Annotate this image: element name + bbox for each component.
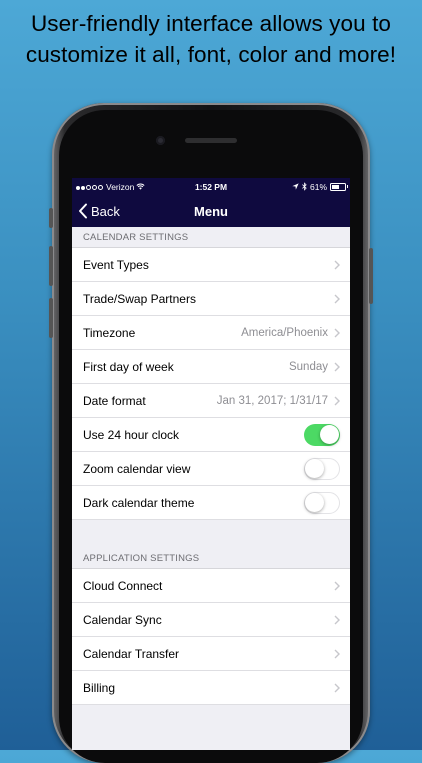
- phone-mute-switch: [49, 208, 53, 228]
- row-calendar-sync[interactable]: Calendar Sync: [72, 603, 350, 637]
- row-trade-swap-partners[interactable]: Trade/Swap Partners: [72, 282, 350, 316]
- wifi-icon: [136, 183, 145, 190]
- phone-screen: Verizon 1:52 PM 61% Back Menu CALENDAR S…: [72, 178, 350, 750]
- row-label: Timezone: [83, 325, 136, 340]
- section-spacer: [72, 520, 350, 548]
- front-camera: [156, 136, 165, 145]
- row-timezone[interactable]: Timezone America/Phoenix: [72, 316, 350, 350]
- back-button-label: Back: [91, 203, 120, 219]
- page-title: Menu: [194, 203, 228, 219]
- battery-percent: 61%: [309, 181, 327, 192]
- phone-power-button: [369, 248, 373, 304]
- row-event-types[interactable]: Event Types: [72, 248, 350, 282]
- row-label: Use 24 hour clock: [83, 427, 180, 442]
- toggle-knob: [305, 492, 324, 512]
- toggle-dark-calendar-theme[interactable]: [304, 491, 340, 514]
- row-label: Billing: [83, 680, 116, 695]
- chevron-right-icon: [334, 649, 340, 658]
- row-label: Trade/Swap Partners: [83, 291, 196, 306]
- row-cloud-connect[interactable]: Cloud Connect: [72, 569, 350, 603]
- application-settings-list: Cloud Connect Calendar Sync Calendar Tra…: [72, 569, 350, 705]
- row-label: First day of week: [83, 359, 174, 374]
- toggle-24-hour-clock[interactable]: [304, 423, 340, 446]
- row-label: Date format: [83, 393, 146, 408]
- row-use-24-hour-clock: Use 24 hour clock: [72, 418, 350, 452]
- row-value: Sunday: [288, 360, 328, 373]
- row-first-day-of-week[interactable]: First day of week Sunday: [72, 350, 350, 384]
- chevron-right-icon: [334, 581, 340, 590]
- row-dark-calendar-theme: Dark calendar theme: [72, 486, 350, 520]
- location-arrow-icon: [292, 183, 299, 190]
- row-billing[interactable]: Billing: [72, 671, 350, 705]
- promo-headline-line1: User-friendly interface allows you to: [30, 11, 392, 36]
- row-label: Cloud Connect: [83, 578, 163, 593]
- chevron-right-icon: [334, 615, 340, 624]
- row-value: America/Phoenix: [241, 326, 328, 339]
- row-label: Dark calendar theme: [83, 495, 195, 510]
- chevron-right-icon: [334, 328, 340, 337]
- section-header-calendar-settings: CALENDAR SETTINGS: [72, 227, 350, 248]
- navigation-bar: Back Menu: [72, 195, 350, 227]
- phone-volume-up-button: [49, 246, 53, 286]
- row-label: Calendar Transfer: [83, 646, 180, 661]
- bluetooth-icon: [302, 182, 307, 191]
- status-bar-right: 61%: [292, 181, 348, 192]
- row-label: Event Types: [83, 257, 149, 272]
- status-bar: Verizon 1:52 PM 61%: [72, 178, 350, 195]
- chevron-left-icon: [79, 203, 87, 219]
- phone-volume-down-button: [49, 298, 53, 338]
- chevron-right-icon: [334, 362, 340, 371]
- calendar-settings-list: Event Types Trade/Swap Partners Timezone…: [72, 248, 350, 520]
- signal-strength-icon: [76, 182, 104, 192]
- promo-headline-line2: customize it all, font, color and more!: [25, 42, 397, 67]
- carrier-name: Verizon: [106, 181, 135, 192]
- chevron-right-icon: [334, 294, 340, 303]
- earpiece-speaker: [185, 138, 237, 143]
- row-label: Calendar Sync: [83, 612, 162, 627]
- toggle-zoom-calendar-view[interactable]: [304, 457, 340, 480]
- chevron-right-icon: [334, 260, 340, 269]
- toggle-knob: [319, 425, 339, 444]
- chevron-right-icon: [334, 683, 340, 692]
- battery-fill: [332, 184, 340, 189]
- battery-icon: [330, 182, 348, 191]
- row-date-format[interactable]: Date format Jan 31, 2017; 1/31/17: [72, 384, 350, 418]
- section-header-application-settings: APPLICATION SETTINGS: [72, 548, 350, 569]
- promo-headline: User-friendly interface allows you to cu…: [0, 8, 422, 70]
- row-calendar-transfer[interactable]: Calendar Transfer: [72, 637, 350, 671]
- toggle-knob: [305, 458, 324, 478]
- row-value: Jan 31, 2017; 1/31/17: [216, 394, 328, 407]
- status-bar-left: Verizon: [76, 182, 145, 192]
- chevron-right-icon: [334, 396, 340, 405]
- back-button[interactable]: Back: [78, 195, 120, 227]
- row-label: Zoom calendar view: [83, 461, 191, 476]
- row-zoom-calendar-view: Zoom calendar view: [72, 452, 350, 486]
